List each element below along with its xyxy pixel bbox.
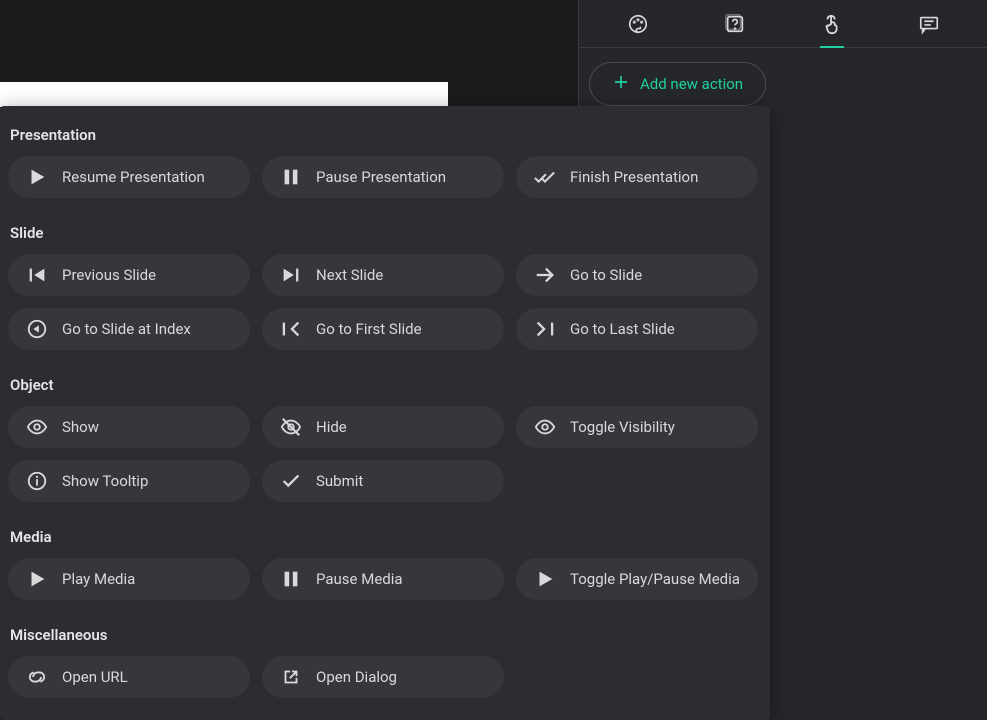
action-label: Next Slide [316, 266, 383, 284]
play-icon [26, 568, 48, 590]
action-pause-presentation[interactable]: Pause Presentation [262, 156, 504, 198]
action-go-to-slide-at-index[interactable]: Go to Slide at Index [8, 308, 250, 350]
eye-off-icon [280, 416, 302, 438]
action-row: Go to Slide at Index Go to First Slide Go … [8, 308, 762, 350]
action-pause-media[interactable]: Pause Media [262, 558, 504, 600]
action-label: Hide [316, 418, 347, 436]
pause-icon [280, 568, 302, 590]
action-label: Show Tooltip [62, 472, 148, 490]
action-previous-slide[interactable]: Previous Slide [8, 254, 250, 296]
pause-icon [280, 166, 302, 188]
action-hide[interactable]: Hide [262, 406, 504, 448]
action-label: Pause Media [316, 570, 403, 588]
add-action-label: Add new action [640, 75, 743, 93]
action-resume-presentation[interactable]: Resume Presentation [8, 156, 250, 198]
action-row: Play Media Pause Media Toggle Play/Pause M… [8, 558, 762, 600]
action-open-dialog[interactable]: Open Dialog [262, 656, 504, 698]
tab-comments[interactable] [905, 0, 953, 48]
check-icon [280, 470, 302, 492]
action-label: Go to Slide at Index [62, 320, 191, 338]
action-label: Open URL [62, 668, 128, 686]
action-row: Previous Slide Next Slide Go to Slide [8, 254, 762, 296]
action-label: Play Media [62, 570, 135, 588]
section-label: Slide [8, 210, 762, 254]
action-label: Go to Last Slide [570, 320, 675, 338]
done-all-icon [534, 166, 556, 188]
action-label: Go to Slide [570, 266, 642, 284]
action-row: Open URL Open Dialog [8, 656, 762, 698]
add-new-action-button[interactable]: Add new action [589, 62, 766, 106]
target-index-icon [26, 318, 48, 340]
section-label: Miscellaneous [8, 612, 762, 656]
action-label: Submit [316, 472, 363, 490]
play-icon [534, 568, 556, 590]
info-icon [26, 470, 48, 492]
action-toggle-play-pause-media[interactable]: Toggle Play/Pause Media [516, 558, 758, 600]
action-label: Previous Slide [62, 266, 156, 284]
actions-popup: Presentation Resume Presentation Pause Pre… [0, 106, 770, 720]
action-next-slide[interactable]: Next Slide [262, 254, 504, 296]
action-label: Toggle Visibility [570, 418, 675, 436]
action-row: Show Tooltip Submit [8, 460, 762, 502]
action-row: Resume Presentation Pause Presentation Fin… [8, 156, 762, 198]
action-label: Resume Presentation [62, 168, 205, 186]
arrow-right-icon [534, 264, 556, 286]
action-label: Go to First Slide [316, 320, 422, 338]
action-show[interactable]: Show [8, 406, 250, 448]
skip-prev-icon [26, 264, 48, 286]
last-page-icon [534, 318, 556, 340]
action-play-media[interactable]: Play Media [8, 558, 250, 600]
panel-tabs [579, 0, 987, 48]
action-finish-presentation[interactable]: Finish Presentation [516, 156, 758, 198]
tab-interactions[interactable] [808, 0, 856, 48]
action-toggle-visibility[interactable]: Toggle Visibility [516, 406, 758, 448]
section-label: Object [8, 362, 762, 406]
section-label: Media [8, 514, 762, 558]
eye-icon [26, 416, 48, 438]
first-page-icon [280, 318, 302, 340]
action-label: Open Dialog [316, 668, 397, 686]
tab-design[interactable] [614, 0, 662, 48]
canvas-area [0, 0, 578, 107]
action-label: Finish Presentation [570, 168, 698, 186]
play-icon [26, 166, 48, 188]
tab-help[interactable] [711, 0, 759, 48]
action-go-to-slide[interactable]: Go to Slide [516, 254, 758, 296]
action-row: Show Hide Toggle Visibility [8, 406, 762, 448]
plus-icon [612, 73, 630, 95]
action-label: Pause Presentation [316, 168, 446, 186]
action-open-url[interactable]: Open URL [8, 656, 250, 698]
action-label: Toggle Play/Pause Media [570, 570, 740, 588]
open-new-icon [280, 666, 302, 688]
eye-icon [534, 416, 556, 438]
action-label: Show [62, 418, 99, 436]
action-submit[interactable]: Submit [262, 460, 504, 502]
slide-thumbnail[interactable] [0, 82, 448, 107]
action-go-to-last-slide[interactable]: Go to Last Slide [516, 308, 758, 350]
section-label: Presentation [8, 122, 762, 156]
link-icon [26, 666, 48, 688]
skip-next-icon [280, 264, 302, 286]
action-show-tooltip[interactable]: Show Tooltip [8, 460, 250, 502]
action-go-to-first-slide[interactable]: Go to First Slide [262, 308, 504, 350]
